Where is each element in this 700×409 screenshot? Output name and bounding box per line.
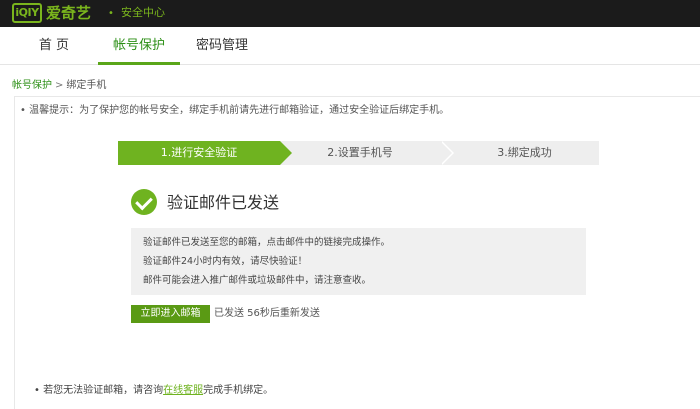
main-nav: 首 页 帐号保护 密码管理 <box>0 27 700 65</box>
warm-tip: • 温馨提示：为了保护您的帐号安全，绑定手机前请先进行邮箱验证，通过安全验证后绑… <box>20 105 450 116</box>
breadcrumb-current: 绑定手机 <box>66 80 107 91</box>
header-separator: • <box>108 8 114 19</box>
footer-tip: • 若您无法验证邮箱，请咨询在线客服完成手机绑定。 <box>34 384 273 398</box>
logo-text: 爱奇艺 <box>46 4 92 22</box>
online-service-link[interactable]: 在线客服 <box>163 385 203 396</box>
step-set-phone: 2.设置手机号 <box>280 141 454 165</box>
tab-home[interactable]: 首 页 <box>24 27 84 65</box>
breadcrumb: 帐号保护 > 绑定手机 <box>12 79 106 93</box>
breadcrumb-parent-link[interactable]: 帐号保护 <box>12 80 52 91</box>
tab-password-management[interactable]: 密码管理 <box>190 27 254 65</box>
enter-mailbox-button[interactable]: 立即进入邮箱 <box>131 305 210 323</box>
step-security-verify: 1.进行安全验证 <box>118 141 292 165</box>
active-tab-indicator <box>98 62 180 65</box>
progress-steps: 3.绑定成功 2.设置手机号 1.进行安全验证 <box>118 141 599 165</box>
footer-tip-prefix: • 若您无法验证邮箱，请咨询 <box>34 385 164 396</box>
step-bind-success: 3.绑定成功 <box>440 141 599 165</box>
info-line-validity: 验证邮件24小时内有效，请尽快验证！ <box>143 256 308 267</box>
info-line-sent: 验证邮件已发送至您的邮箱，点击邮件中的链接完成操作。 <box>143 237 391 248</box>
logo[interactable]: iQIY 爱奇艺 <box>12 3 91 23</box>
resend-countdown: 已发送 56秒后重新发送 <box>214 308 320 319</box>
breadcrumb-separator: > <box>55 80 64 91</box>
tab-account-protection[interactable]: 帐号保护 <box>98 27 180 65</box>
top-bar: iQIY 爱奇艺 • 安全中心 <box>0 0 700 27</box>
info-line-spam: 邮件可能会进入推广邮件或垃圾邮件中，请注意查收。 <box>143 275 372 286</box>
check-circle-icon <box>131 189 157 215</box>
success-title: 验证邮件已发送 <box>167 193 280 212</box>
logo-mark: iQIY <box>12 3 42 23</box>
section-title[interactable]: 安全中心 <box>121 5 165 21</box>
info-box: 验证邮件已发送至您的邮箱，点击邮件中的链接完成操作。 验证邮件24小时内有效，请… <box>131 228 586 295</box>
footer-tip-suffix: 完成手机绑定。 <box>203 385 274 396</box>
